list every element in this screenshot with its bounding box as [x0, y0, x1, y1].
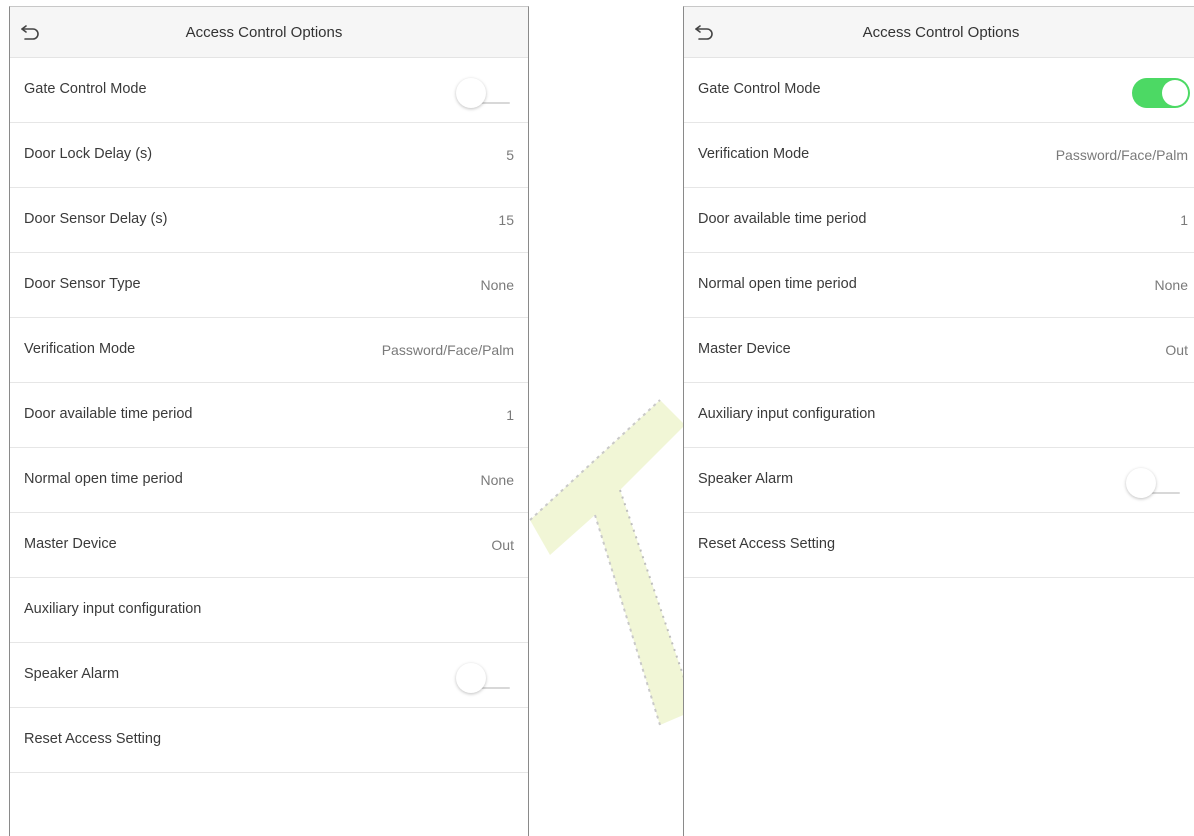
row-value: 1 — [506, 407, 514, 423]
row-label: Auxiliary input configuration — [24, 601, 202, 617]
header: Access Control Options — [10, 7, 528, 58]
row-speaker-alarm[interactable]: Speaker Alarm — [10, 643, 528, 708]
watermark-arrow-icon — [529, 399, 696, 726]
row-value: None — [1154, 277, 1188, 293]
gate-control-mode-toggle[interactable] — [1132, 78, 1190, 108]
row-label: Auxiliary input configuration — [698, 406, 876, 422]
settings-list: Gate Control Mode Verification Mode Pass… — [684, 58, 1194, 578]
row-value: 5 — [506, 147, 514, 163]
speaker-alarm-toggle[interactable] — [456, 663, 514, 693]
gate-control-mode-toggle[interactable] — [456, 78, 514, 108]
comparison-figure: Access Control Options Gate Control Mode… — [0, 0, 1194, 836]
row-verification-mode[interactable]: Verification Mode Password/Face/Palm — [10, 318, 528, 383]
toggle-knob — [1162, 80, 1188, 106]
header: Access Control Options — [684, 7, 1194, 58]
row-door-available-time-period[interactable]: Door available time period 1 — [684, 188, 1194, 253]
screen-gate-mode-on: Access Control Options Gate Control Mode… — [683, 6, 1194, 836]
row-normal-open-time-period[interactable]: Normal open time period None — [10, 448, 528, 513]
row-door-available-time-period[interactable]: Door available time period 1 — [10, 383, 528, 448]
row-label: Normal open time period — [24, 471, 183, 487]
row-value: 15 — [498, 212, 514, 228]
row-reset-access-setting[interactable]: Reset Access Setting — [684, 513, 1194, 578]
row-label: Door available time period — [24, 406, 193, 422]
row-door-sensor-delay[interactable]: Door Sensor Delay (s) 15 — [10, 188, 528, 253]
row-label: Reset Access Setting — [24, 731, 162, 747]
speaker-alarm-toggle[interactable] — [1126, 468, 1184, 498]
settings-list: Gate Control Mode Door Lock Delay (s) 5 … — [10, 58, 528, 773]
row-door-lock-delay[interactable]: Door Lock Delay (s) 5 — [10, 123, 528, 188]
row-door-sensor-type[interactable]: Door Sensor Type None — [10, 253, 528, 318]
row-label: Gate Control Mode — [698, 81, 821, 97]
row-label: Normal open time period — [698, 276, 857, 292]
row-value: Password/Face/Palm — [1055, 147, 1188, 163]
page-title: Access Control Options — [185, 24, 343, 41]
row-label: Master Device — [24, 536, 117, 552]
row-label: Verification Mode — [24, 341, 136, 357]
row-label: Door Lock Delay (s) — [24, 146, 153, 162]
row-speaker-alarm[interactable]: Speaker Alarm — [684, 448, 1194, 513]
row-auxiliary-input-configuration[interactable]: Auxiliary input configuration — [684, 383, 1194, 448]
row-label: Door Sensor Delay (s) — [24, 211, 168, 227]
row-label: Verification Mode — [698, 146, 810, 162]
row-label: Door available time period — [698, 211, 867, 227]
screen-gate-mode-off: Access Control Options Gate Control Mode… — [9, 6, 529, 836]
row-label: Speaker Alarm — [24, 666, 120, 682]
row-auxiliary-input-configuration[interactable]: Auxiliary input configuration — [10, 578, 528, 643]
row-master-device[interactable]: Master Device Out — [10, 513, 528, 578]
toggle-knob — [456, 78, 486, 108]
row-label: Speaker Alarm — [698, 471, 794, 487]
row-label: Master Device — [698, 341, 791, 357]
toggle-knob — [1126, 468, 1156, 498]
row-value: Password/Face/Palm — [381, 342, 514, 358]
row-value: None — [480, 472, 514, 488]
row-reset-access-setting[interactable]: Reset Access Setting — [10, 708, 528, 773]
row-label: Reset Access Setting — [698, 536, 836, 552]
row-label: Gate Control Mode — [24, 81, 147, 97]
row-gate-control-mode[interactable]: Gate Control Mode — [684, 58, 1194, 123]
row-verification-mode[interactable]: Verification Mode Password/Face/Palm — [684, 123, 1194, 188]
row-master-device[interactable]: Master Device Out — [684, 318, 1194, 383]
row-normal-open-time-period[interactable]: Normal open time period None — [684, 253, 1194, 318]
row-label: Door Sensor Type — [24, 276, 141, 292]
row-value: Out — [491, 537, 514, 553]
toggle-knob — [456, 663, 486, 693]
row-value: Out — [1165, 342, 1188, 358]
row-value: None — [480, 277, 514, 293]
row-gate-control-mode[interactable]: Gate Control Mode — [10, 58, 528, 123]
page-title: Access Control Options — [862, 24, 1020, 41]
row-value: 1 — [1180, 212, 1188, 228]
